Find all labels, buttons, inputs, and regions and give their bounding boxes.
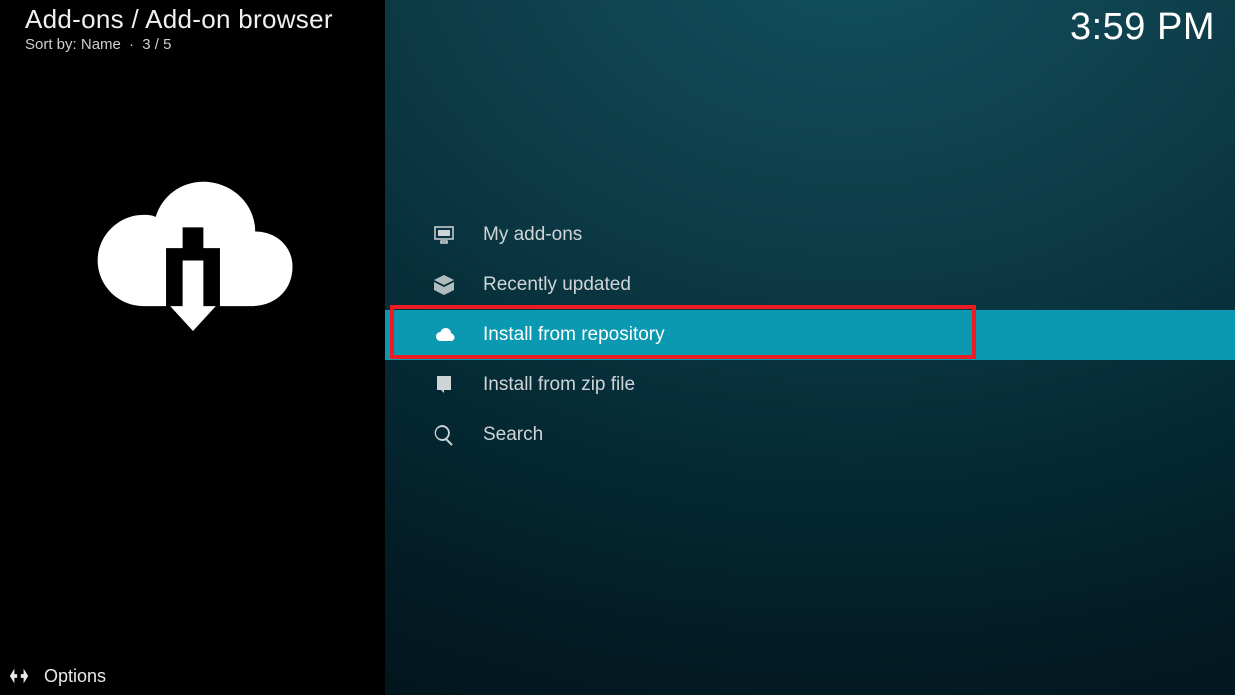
- menu-item-label: Search: [483, 424, 543, 446]
- breadcrumb: Add-ons / Add-on browser: [25, 4, 385, 35]
- menu-item-label: Recently updated: [483, 274, 631, 296]
- menu-item-label: Install from zip file: [483, 374, 635, 396]
- zip-install-icon: [431, 372, 457, 398]
- cloud-install-icon: [431, 322, 457, 348]
- menu-item-recently-updated[interactable]: Recently updated: [385, 260, 1235, 310]
- sort-prefix: Sort by:: [25, 36, 77, 53]
- sort-value: Name: [81, 36, 121, 53]
- menu-item-install-from-repository[interactable]: Install from repository: [385, 310, 1235, 360]
- sidebar: Add-ons / Add-on browser Sort by: Name ·…: [0, 0, 385, 695]
- search-icon: [431, 422, 457, 448]
- separator-dot: ·: [129, 36, 134, 53]
- menu-list: My add-ons Recently updated Install from…: [385, 210, 1235, 460]
- clock: 3:59 PM: [1070, 6, 1215, 49]
- options-arrows-icon: [8, 665, 30, 687]
- main-panel: 3:59 PM My add-ons Recently updated Inst…: [385, 0, 1235, 695]
- header: Add-ons / Add-on browser Sort by: Name ·…: [0, 0, 385, 53]
- cloud-download-icon: [88, 161, 298, 331]
- menu-item-install-from-zip[interactable]: Install from zip file: [385, 360, 1235, 410]
- box-icon: [431, 272, 457, 298]
- menu-item-my-addons[interactable]: My add-ons: [385, 210, 1235, 260]
- menu-item-label: My add-ons: [483, 224, 582, 246]
- menu-item-label: Install from repository: [483, 324, 665, 346]
- options-button[interactable]: Options: [8, 665, 106, 687]
- menu-item-search[interactable]: Search: [385, 410, 1235, 460]
- options-label: Options: [44, 666, 106, 687]
- section-icon-wrap: [0, 53, 385, 695]
- list-position: 3 / 5: [142, 36, 171, 53]
- monitor-icon: [431, 222, 457, 248]
- sort-line: Sort by: Name · 3 / 5: [25, 36, 385, 53]
